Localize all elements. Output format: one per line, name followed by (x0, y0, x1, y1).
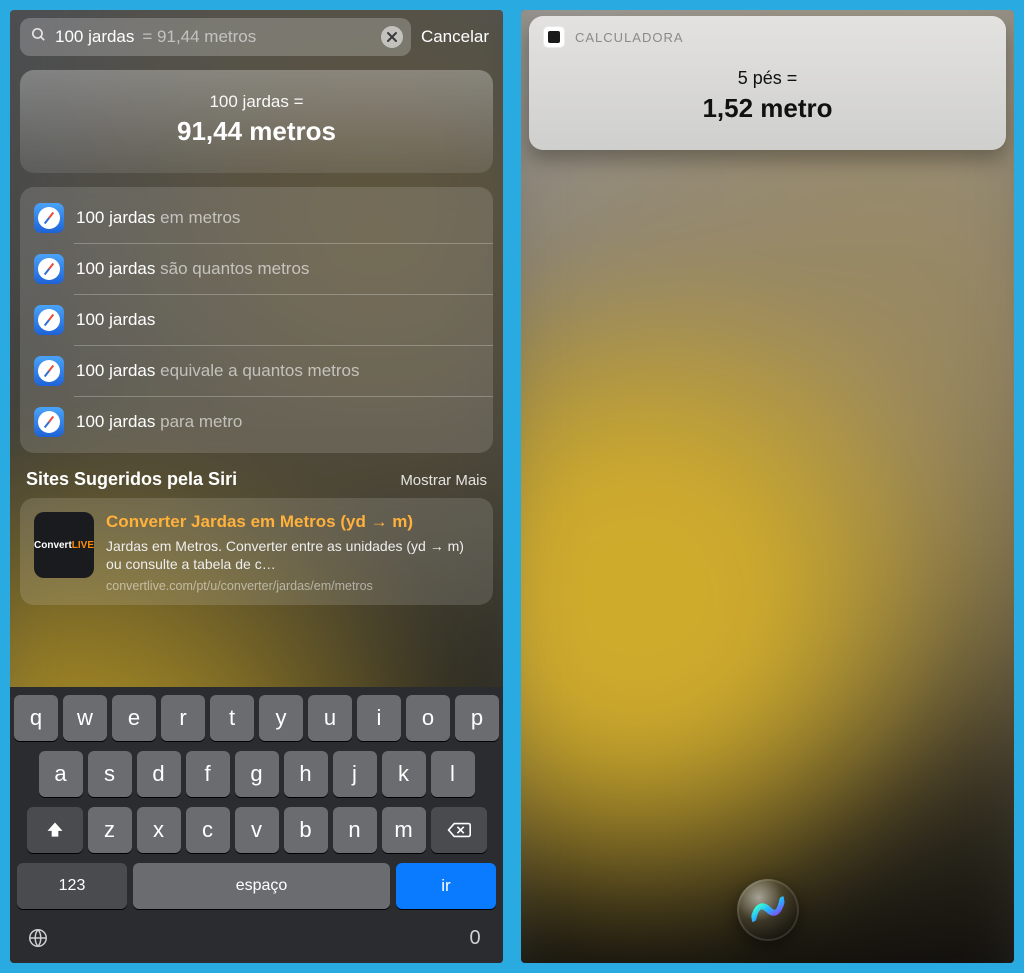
keyboard-row-bottom: 123 espaço ir (13, 863, 500, 909)
site-description: Jardas em Metros. Converter entre as uni… (106, 538, 479, 573)
siri-screenshot: CALCULADORA 5 pés = 1,52 metro (521, 10, 1014, 963)
thumb-text-a: Convert (34, 540, 72, 551)
key-b[interactable]: b (284, 807, 328, 853)
key-r[interactable]: r (161, 695, 205, 741)
key-o[interactable]: o (406, 695, 450, 741)
keyboard-row-2: asdfghjkl (13, 751, 500, 797)
keyboard-row-3: zxcvbnm (13, 807, 500, 853)
site-url: convertlive.com/pt/u/converter/jardas/em… (106, 579, 479, 593)
keyboard-row-extras: 0 (13, 919, 500, 953)
key-j[interactable]: j (333, 751, 377, 797)
thumb-text-b: LIVE (72, 540, 94, 551)
answer-equation: 100 jardas = (38, 92, 475, 112)
calculator-app-icon (543, 26, 565, 48)
spotlight-screenshot: 100 jardas = 91,44 metros Cancelar 100 j… (10, 10, 503, 963)
calc-equation: 5 pés = (547, 68, 988, 89)
calculator-result-card[interactable]: CALCULADORA 5 pés = 1,52 metro (529, 16, 1006, 150)
keyboard-row-3-letters: zxcvbnm (88, 807, 426, 853)
key-y[interactable]: y (259, 695, 303, 741)
calc-result: 1,52 metro (547, 93, 988, 124)
key-v[interactable]: v (235, 807, 279, 853)
go-key[interactable]: ir (396, 863, 496, 909)
calculator-body: 5 pés = 1,52 metro (529, 54, 1006, 150)
site-title: Converter Jardas em Metros (yd → m) (106, 512, 479, 532)
key-p[interactable]: p (455, 695, 499, 741)
search-inline-answer: = 91,44 metros (142, 27, 256, 47)
answer-result: 91,44 metros (38, 116, 475, 147)
key-e[interactable]: e (112, 695, 156, 741)
key-a[interactable]: a (39, 751, 83, 797)
dictation-digit[interactable]: 0 (456, 923, 494, 953)
search-suggestions-card: 100 jardas em metros 100 jardas são quant… (20, 187, 493, 453)
key-m[interactable]: m (382, 807, 426, 853)
key-s[interactable]: s (88, 751, 132, 797)
siri-site-card[interactable]: ConvertLIVE Converter Jardas em Metros (… (20, 498, 493, 605)
siri-sites-title: Sites Sugeridos pela Siri (26, 469, 237, 490)
key-f[interactable]: f (186, 751, 230, 797)
safari-icon (34, 305, 64, 335)
key-g[interactable]: g (235, 751, 279, 797)
suggestion-text: 100 jardas para metro (76, 412, 242, 432)
key-q[interactable]: q (14, 695, 58, 741)
search-suggestion[interactable]: 100 jardas em metros (20, 193, 493, 243)
key-u[interactable]: u (308, 695, 352, 741)
key-l[interactable]: l (431, 751, 475, 797)
key-t[interactable]: t (210, 695, 254, 741)
search-suggestion[interactable]: 100 jardas são quantos metros (20, 244, 493, 294)
siri-orb-button[interactable] (737, 879, 799, 941)
site-info: Converter Jardas em Metros (yd → m) Jard… (106, 512, 479, 593)
spotlight-search-field[interactable]: 100 jardas = 91,44 metros (20, 18, 411, 56)
search-suggestion[interactable]: 100 jardas para metro (20, 397, 493, 447)
show-more-button[interactable]: Mostrar Mais (400, 472, 487, 489)
key-i[interactable]: i (357, 695, 401, 741)
search-suggestion[interactable]: 100 jardas equivale a quantos metros (20, 346, 493, 396)
software-keyboard: qwertyuiop asdfghjkl zxcvbnm 123 espaço … (10, 687, 503, 963)
safari-icon (34, 356, 64, 386)
shift-key[interactable] (27, 807, 83, 853)
calculator-header: CALCULADORA (529, 16, 1006, 54)
suggestion-text: 100 jardas equivale a quantos metros (76, 361, 360, 381)
key-c[interactable]: c (186, 807, 230, 853)
key-k[interactable]: k (382, 751, 426, 797)
conversion-answer-card[interactable]: 100 jardas = 91,44 metros (20, 70, 493, 173)
results-scroll[interactable]: 100 jardas = 91,44 metros 100 jardas em … (10, 62, 503, 687)
suggestion-text: 100 jardas em metros (76, 208, 240, 228)
key-n[interactable]: n (333, 807, 377, 853)
siri-wave-icon (749, 890, 787, 930)
search-row: 100 jardas = 91,44 metros Cancelar (10, 10, 503, 62)
backspace-key[interactable] (431, 807, 487, 853)
search-query-text: 100 jardas (55, 27, 134, 47)
key-z[interactable]: z (88, 807, 132, 853)
safari-icon (34, 203, 64, 233)
safari-icon (34, 407, 64, 437)
space-key[interactable]: espaço (133, 863, 390, 909)
key-h[interactable]: h (284, 751, 328, 797)
search-suggestion[interactable]: 100 jardas (20, 295, 493, 345)
site-thumbnail: ConvertLIVE (34, 512, 94, 578)
safari-icon (34, 254, 64, 284)
key-d[interactable]: d (137, 751, 181, 797)
keyboard-row-1: qwertyuiop (13, 695, 500, 741)
numbers-key[interactable]: 123 (17, 863, 127, 909)
siri-sites-header: Sites Sugeridos pela Siri Mostrar Mais (20, 453, 493, 498)
clear-search-icon[interactable] (381, 26, 403, 48)
search-icon (30, 26, 47, 48)
cancel-button[interactable]: Cancelar (421, 27, 493, 47)
globe-key[interactable] (19, 923, 57, 953)
suggestion-text: 100 jardas são quantos metros (76, 259, 309, 279)
key-w[interactable]: w (63, 695, 107, 741)
key-x[interactable]: x (137, 807, 181, 853)
calculator-app-label: CALCULADORA (575, 30, 684, 45)
suggestion-text: 100 jardas (76, 310, 155, 330)
